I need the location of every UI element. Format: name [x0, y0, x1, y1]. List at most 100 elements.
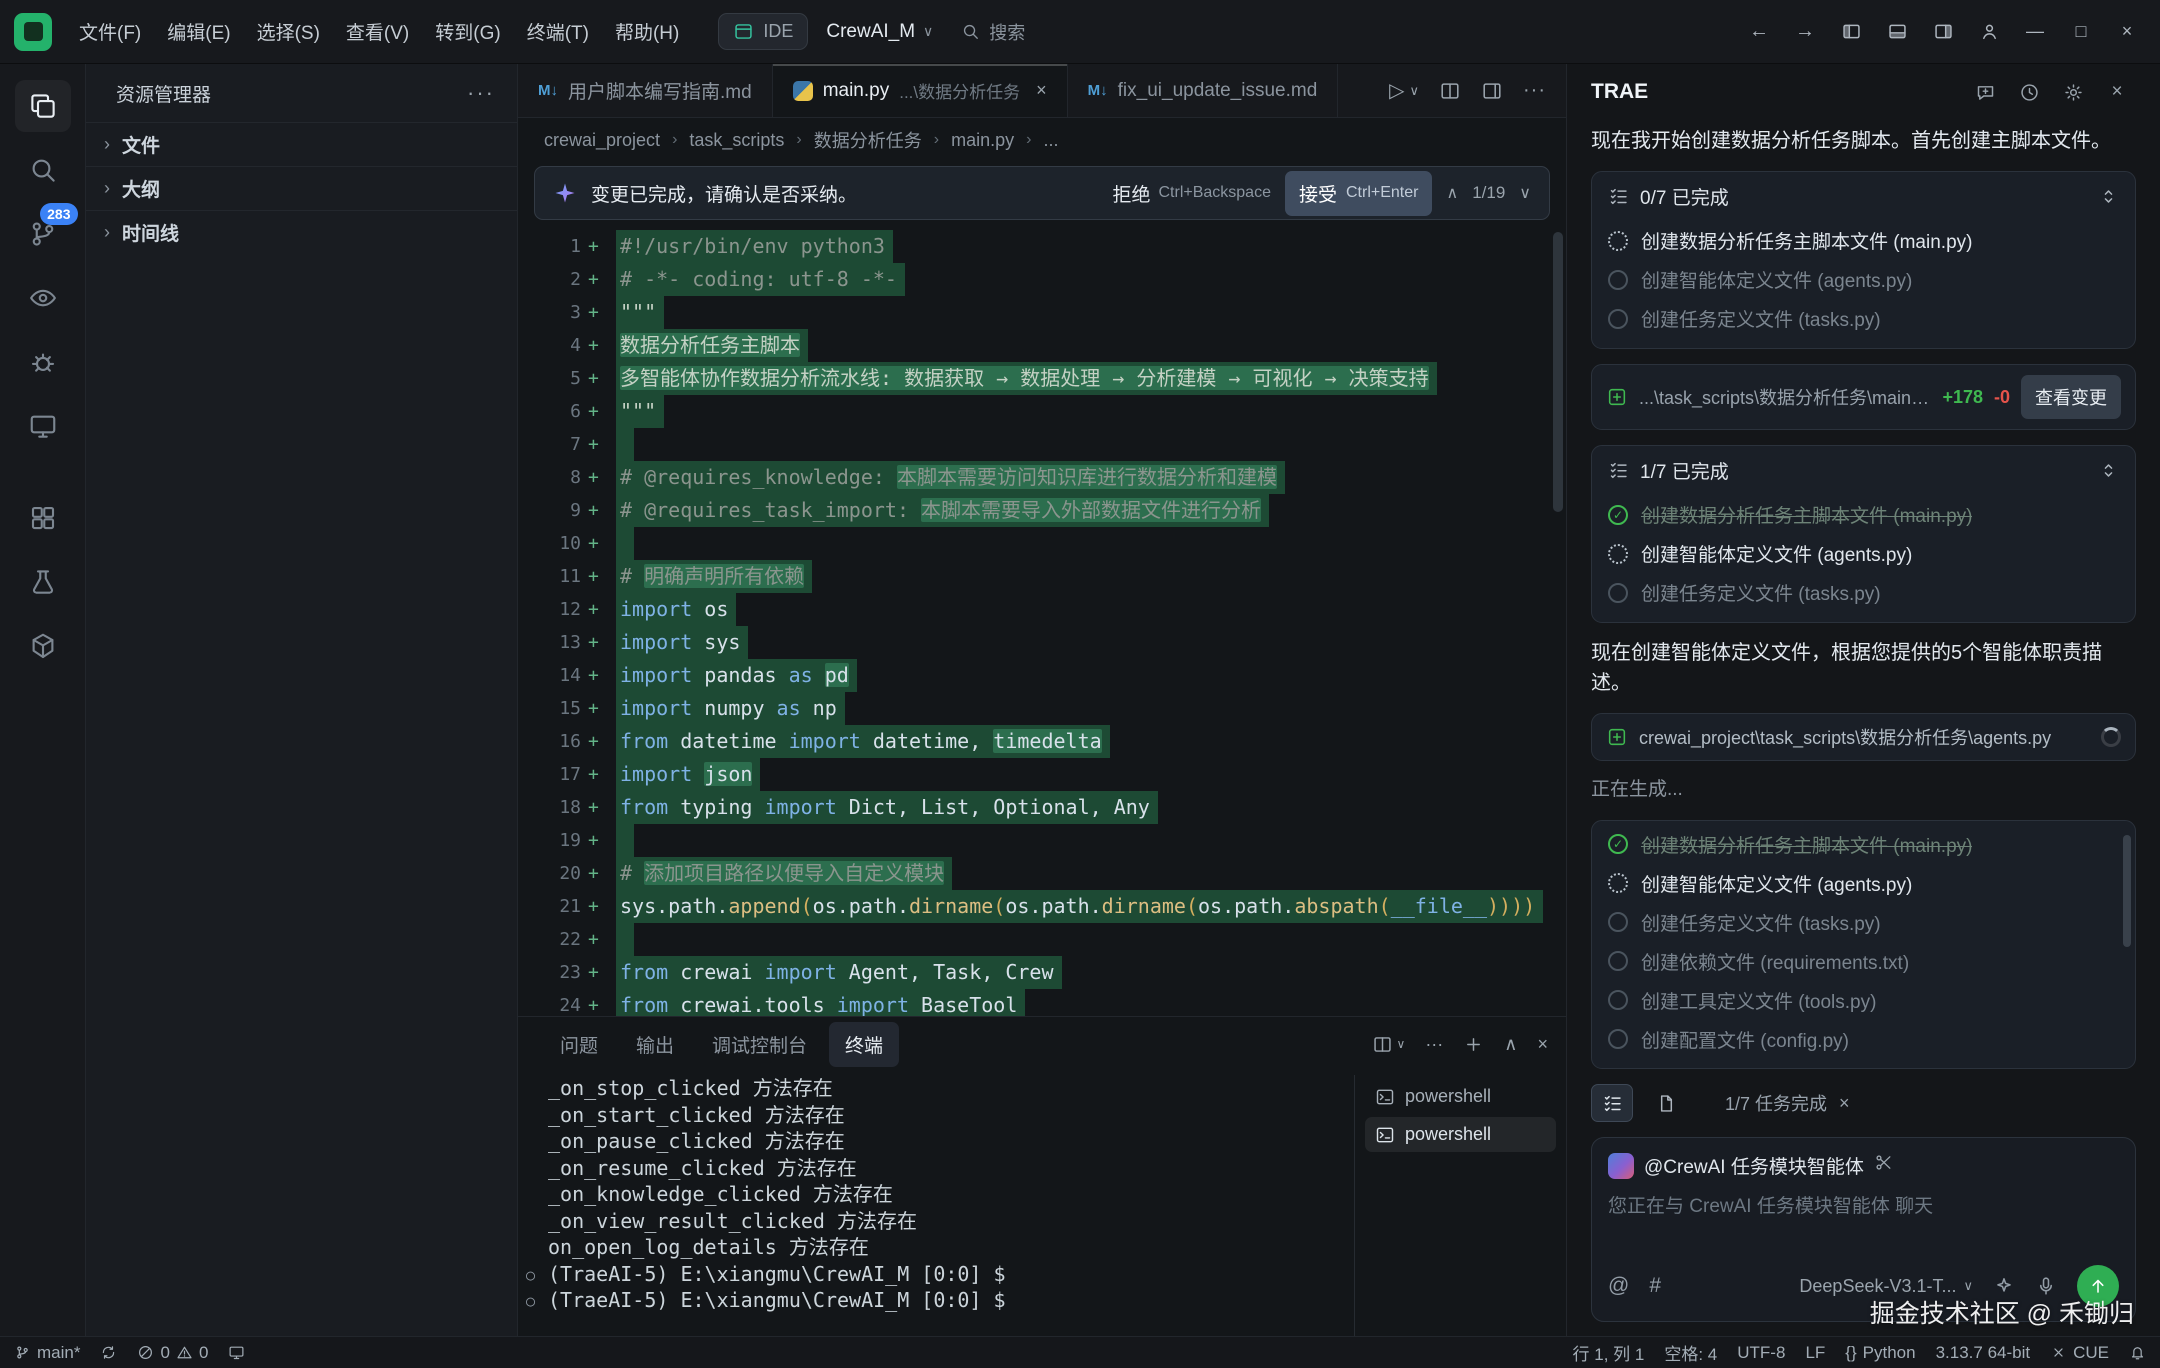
todo-item[interactable]: ✓创建数据分析任务主脚本文件 (main.py) — [1592, 825, 2135, 864]
account-button[interactable] — [1966, 10, 2012, 54]
code-line-15[interactable]: 15+import numpy as np — [518, 692, 1566, 725]
todo-item[interactable]: 创建数据分析任务主脚本文件 (main.py) — [1592, 221, 2135, 260]
breadcrumb-item-1[interactable]: task_scripts — [689, 130, 784, 151]
code-editor[interactable]: 1+#!/usr/bin/env python32+# -*- coding: … — [518, 228, 1566, 1016]
close-window-button[interactable]: × — [2104, 10, 2150, 54]
sidebar-section-1[interactable]: ›大纲 — [86, 166, 517, 210]
menu-item-4[interactable]: 转到(G) — [422, 10, 513, 53]
activity-debug[interactable] — [15, 336, 71, 388]
todo-item[interactable]: 创建工具定义文件 (tools.py) — [1592, 981, 2135, 1020]
code-line-7[interactable]: 7+ — [518, 428, 1566, 461]
chat-input-placeholder[interactable]: 您正在与 CrewAI 任务模块智能体 聊天 — [1608, 1191, 2119, 1253]
code-line-14[interactable]: 14+import pandas as pd — [518, 659, 1566, 692]
ide-mode-badge[interactable]: IDE — [718, 13, 808, 50]
minimize-button[interactable]: — — [2012, 10, 2058, 54]
assistant-settings-button[interactable] — [2054, 73, 2092, 111]
mention-button[interactable]: @ — [1608, 1274, 1629, 1298]
toggle-sidebar-button[interactable] — [1828, 10, 1874, 54]
editor-tab-0[interactable]: M↓用户脚本编写指南.md — [518, 64, 773, 117]
run-button[interactable]: ▷∨ — [1389, 78, 1419, 103]
sidebar-section-0[interactable]: ›文件 — [86, 122, 517, 166]
todo-card-header[interactable]: 1/7 已完成 — [1592, 446, 2135, 491]
terminal-output[interactable]: _on_stop_clicked 方法存在_on_start_clicked 方… — [548, 1075, 1354, 1336]
activity-explorer[interactable] — [15, 80, 71, 132]
sync-status[interactable] — [100, 1344, 117, 1361]
accept-button[interactable]: 接受Ctrl+Enter — [1285, 171, 1432, 216]
indent-status[interactable]: 空格: 4 — [1664, 1340, 1717, 1365]
panel-tab-0[interactable]: 问题 — [544, 1022, 614, 1067]
reject-button[interactable]: 拒绝Ctrl+Backspace — [1112, 180, 1271, 207]
activity-source-control[interactable]: 283 — [15, 208, 71, 260]
code-line-3[interactable]: 3+""" — [518, 296, 1566, 329]
activity-remote[interactable] — [15, 400, 71, 452]
more-editor-actions-button[interactable]: ··· — [1523, 79, 1546, 102]
activity-preview[interactable] — [15, 272, 71, 324]
menu-item-2[interactable]: 选择(S) — [244, 10, 333, 53]
terminal-item-0[interactable]: powershell — [1365, 1079, 1556, 1114]
code-line-20[interactable]: 20+# 添加项目路径以便导入自定义模块 — [518, 857, 1566, 890]
close-panel-button[interactable]: × — [1537, 1034, 1548, 1055]
code-line-2[interactable]: 2+# -*- coding: utf-8 -*- — [518, 263, 1566, 296]
sidebar-more-button[interactable]: ··· — [467, 80, 495, 106]
code-line-6[interactable]: 6+""" — [518, 395, 1566, 428]
task-file-button[interactable] — [1645, 1084, 1687, 1122]
breadcrumb-item-0[interactable]: crewai_project — [544, 130, 660, 151]
close-task-bar-button[interactable]: × — [1839, 1093, 1850, 1114]
menu-item-3[interactable]: 查看(V) — [333, 10, 422, 53]
terminal-item-1[interactable]: powershell — [1365, 1117, 1556, 1152]
eol-status[interactable]: LF — [1805, 1343, 1825, 1363]
code-line-10[interactable]: 10+ — [518, 527, 1566, 560]
sidebar-section-2[interactable]: ›时间线 — [86, 210, 517, 254]
todo-item[interactable]: 创建任务定义文件 (tasks.py) — [1592, 299, 2135, 338]
activity-extensions[interactable] — [15, 492, 71, 544]
topic-button[interactable]: # — [1649, 1274, 1661, 1298]
view-changes-button[interactable]: 查看变更 — [2021, 375, 2121, 419]
menu-item-0[interactable]: 文件(F) — [66, 10, 154, 53]
python-version-status[interactable]: 3.13.7 64-bit — [1936, 1343, 2031, 1363]
menu-item-6[interactable]: 帮助(H) — [602, 10, 692, 53]
panel-tab-1[interactable]: 输出 — [620, 1022, 690, 1067]
language-status[interactable]: {} Python — [1845, 1343, 1915, 1363]
close-assistant-button[interactable]: × — [2098, 73, 2136, 111]
toggle-panel-button[interactable] — [1874, 10, 1920, 54]
code-line-13[interactable]: 13+import sys — [518, 626, 1566, 659]
close-tab-icon[interactable]: × — [1036, 80, 1047, 101]
activity-packages[interactable] — [15, 620, 71, 672]
maximize-panel-button[interactable]: ∧ — [1504, 1034, 1517, 1055]
panel-more-button[interactable]: ··· — [1425, 1034, 1443, 1055]
todo-card-header[interactable]: 0/7 已完成 — [1592, 172, 2135, 217]
open-layout-icon[interactable] — [1481, 80, 1503, 102]
editor-tab-2[interactable]: M↓fix_ui_update_issue.md — [1068, 64, 1339, 117]
code-line-23[interactable]: 23+from crewai import Agent, Task, Crew — [518, 956, 1566, 989]
editor-tab-1[interactable]: main.py...\数据分析任务× — [773, 64, 1068, 117]
nav-back-button[interactable]: ← — [1736, 10, 1782, 54]
code-line-22[interactable]: 22+ — [518, 923, 1566, 956]
todo-item[interactable]: 创建配置文件 (config.py) — [1592, 1020, 2135, 1059]
new-terminal-icon[interactable] — [1463, 1034, 1484, 1055]
code-line-5[interactable]: 5+多智能体协作数据分析流水线: 数据获取 → 数据处理 → 分析建模 → 可视… — [518, 362, 1566, 395]
todo-item[interactable]: 创建智能体定义文件 (agents.py) — [1592, 864, 2135, 903]
nav-forward-button[interactable]: → — [1782, 10, 1828, 54]
code-line-9[interactable]: 9+# @requires_task_import: 本脚本需要导入外部数据文件… — [518, 494, 1566, 527]
code-line-24[interactable]: 24+from crewai.tools import BaseTool — [518, 989, 1566, 1016]
agent-mention[interactable]: @CrewAI 任务模块智能体 — [1644, 1152, 1864, 1179]
new-chat-button[interactable] — [1966, 73, 2004, 111]
code-line-1[interactable]: 1+#!/usr/bin/env python3 — [518, 230, 1566, 263]
titlebar-search[interactable]: 搜索 — [961, 19, 1025, 45]
todo-item[interactable]: 创建智能体定义文件 (agents.py) — [1592, 534, 2135, 573]
todo-item[interactable]: ✓创建数据分析任务主脚本文件 (main.py) — [1592, 495, 2135, 534]
problems-status[interactable]: 0 0 — [137, 1343, 208, 1363]
code-line-16[interactable]: 16+from datetime import datetime, timede… — [518, 725, 1566, 758]
todo-item[interactable]: 创建任务定义文件 (tasks.py) — [1592, 903, 2135, 942]
code-line-4[interactable]: 4+数据分析任务主脚本 — [518, 329, 1566, 362]
next-change-button[interactable]: ∨ — [1519, 183, 1531, 203]
todo-item[interactable]: 创建任务定义文件 (tasks.py) — [1592, 573, 2135, 612]
bell-icon[interactable] — [2129, 1344, 2146, 1361]
code-line-19[interactable]: 19+ — [518, 824, 1566, 857]
git-branch-status[interactable]: main* — [14, 1343, 80, 1363]
encoding-status[interactable]: UTF-8 — [1737, 1343, 1785, 1363]
menu-item-5[interactable]: 终端(T) — [514, 10, 602, 53]
todo-list-toggle-button[interactable] — [1591, 1084, 1633, 1122]
breadcrumb[interactable]: crewai_project›task_scripts›数据分析任务›main.… — [518, 118, 1566, 162]
menu-item-1[interactable]: 编辑(E) — [154, 10, 243, 53]
